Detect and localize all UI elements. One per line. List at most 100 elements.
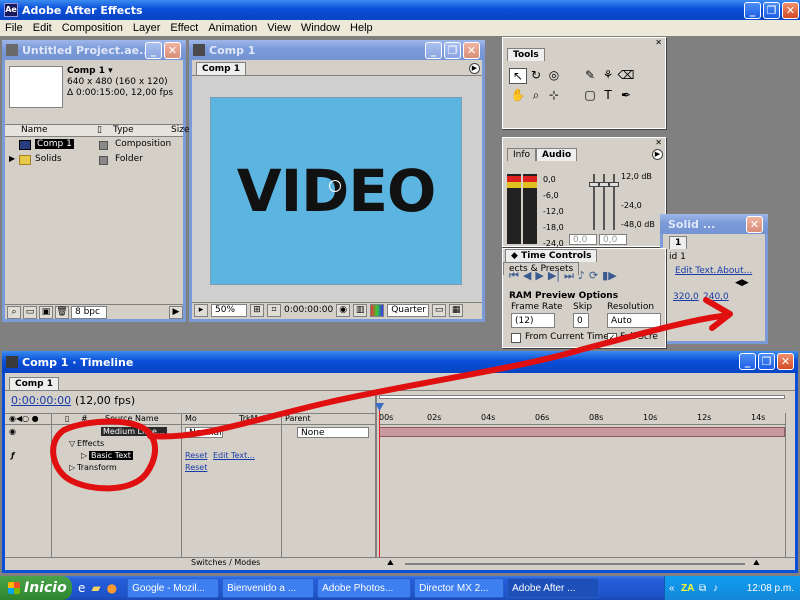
hand-tool-icon[interactable]: ✋ (509, 88, 527, 103)
table-row[interactable]: ◉ Medium Lime... Normal None (5, 427, 377, 439)
tab-time-controls[interactable]: ◆ Time Controls (505, 249, 598, 262)
selection-tool-icon[interactable]: ↖ (509, 68, 527, 84)
scroll-right-icon[interactable]: ▶ (169, 305, 183, 319)
tray-volume-icon[interactable]: ♪ (713, 583, 718, 594)
menu-help[interactable]: Help (345, 22, 378, 34)
show-snapshot-icon[interactable]: ▥ (353, 303, 368, 317)
play-icon[interactable]: ▶ (535, 269, 543, 283)
tab-timeline-comp1[interactable]: Comp 1 (9, 377, 60, 390)
reset-link[interactable]: Reset (185, 463, 207, 472)
minimize-button[interactable]: _ (744, 2, 761, 19)
edit-text-link[interactable]: Edit Text... (213, 451, 255, 460)
frame-rate-select[interactable]: (12) (511, 313, 555, 328)
tab-comp1[interactable]: Comp 1 (196, 62, 247, 75)
project-close-button[interactable]: ✕ (164, 42, 181, 59)
effect-controls-close-button[interactable]: ✕ (746, 216, 763, 233)
tab-ec[interactable]: 1 (669, 236, 688, 249)
col-size[interactable]: Size (171, 125, 189, 135)
from-current-checkbox[interactable] (511, 333, 521, 343)
zoom-tool-icon[interactable]: ⌕ (527, 88, 545, 103)
ec-arrows-icon[interactable]: ◀▶ (735, 278, 749, 288)
palette-close-icon[interactable]: ✕ (655, 138, 662, 147)
brush-tool-icon[interactable]: ✎ (581, 68, 599, 84)
skip-input[interactable]: 0 (573, 313, 589, 328)
prev-frame-icon[interactable]: ◀ (523, 269, 531, 283)
timeline-ruler[interactable]: 00s 02s 04s 06s 08s 10s 12s 14s (379, 413, 785, 425)
safe-zones-icon[interactable]: ⌗ (267, 303, 281, 317)
pen-tool-icon[interactable]: ✒ (617, 88, 635, 103)
menu-file[interactable]: File (0, 22, 28, 34)
menu-layer[interactable]: Layer (128, 22, 166, 34)
col-source-name[interactable]: Source Name (105, 414, 159, 423)
expand-triangle-icon[interactable]: ▷ (69, 463, 75, 472)
zoom-select[interactable]: 50% (211, 303, 247, 317)
task-google[interactable]: Google - Mozil... (127, 578, 220, 598)
layer-mode-select[interactable]: Normal (185, 427, 223, 438)
tray-chevron-icon[interactable]: « (669, 583, 675, 594)
list-item[interactable]: ▶ Solids Folder (5, 154, 183, 167)
tab-tools[interactable]: Tools (507, 48, 545, 61)
next-frame-icon[interactable]: ▶| (548, 269, 560, 283)
comp-minimize-button[interactable]: _ (425, 42, 442, 59)
panel-menu-icon[interactable]: ▶ (469, 63, 480, 74)
trash-icon[interactable]: 🗑 (55, 305, 69, 319)
pan-behind-tool-icon[interactable]: ⊹ (545, 88, 563, 103)
switches-modes-button[interactable]: Switches / Modes (191, 558, 260, 567)
rotation-tool-icon[interactable]: ↻ (527, 68, 545, 84)
close-button[interactable]: ✕ (782, 2, 799, 19)
task-bienvenido[interactable]: Bienvenido a ... (222, 578, 315, 598)
timeline-maximize-button[interactable]: ❐ (758, 353, 775, 370)
task-photoshop[interactable]: Adobe Photos... (317, 578, 412, 598)
project-comp-name[interactable]: Comp 1 ▾ (67, 66, 113, 76)
start-button[interactable]: Inicio (0, 576, 72, 600)
quicklaunch-folder-icon[interactable]: ▰ (91, 581, 100, 595)
menu-composition[interactable]: Composition (57, 22, 128, 34)
transparency-icon[interactable]: ▦ (449, 303, 464, 317)
menu-window[interactable]: Window (296, 22, 345, 34)
rectangle-mask-tool-icon[interactable]: ▢ (581, 88, 599, 103)
slider-thumb-left[interactable] (589, 182, 599, 187)
zoom-out-icon[interactable]: ⛰ (387, 558, 394, 568)
audio-icon[interactable]: ♪ (578, 269, 585, 283)
slider-thumb-master[interactable] (599, 182, 609, 187)
tab-audio[interactable]: Audio (536, 148, 578, 161)
tray-icon[interactable]: ZA (681, 583, 694, 594)
text-tool-icon[interactable]: T (599, 88, 617, 103)
clone-tool-icon[interactable]: ⚘ (599, 68, 617, 84)
work-area-bar[interactable] (379, 395, 785, 399)
grid-icon[interactable]: ⊞ (250, 303, 264, 317)
layer-name[interactable]: Medium Lime... (101, 427, 167, 436)
new-comp-icon[interactable]: ▣ (39, 305, 53, 319)
task-director[interactable]: Director MX 2... (414, 578, 505, 598)
crosshair-icon[interactable] (329, 180, 341, 192)
maximize-button[interactable]: ❐ (763, 2, 780, 19)
menu-edit[interactable]: Edit (28, 22, 57, 34)
project-minimize-button[interactable]: _ (145, 42, 162, 59)
region-icon[interactable]: ▭ (432, 303, 447, 317)
current-time-indicator[interactable] (379, 409, 380, 557)
task-after-effects[interactable]: Adobe After ... (507, 578, 600, 598)
slider-thumb-right[interactable] (609, 182, 619, 187)
resolution-select[interactable]: Quarter (387, 303, 430, 317)
col-type[interactable]: Type (113, 125, 134, 135)
quicklaunch-ie-icon[interactable]: e (78, 581, 85, 595)
audio-field-left[interactable]: 0,0 (569, 234, 597, 245)
full-screen-checkbox[interactable]: ✓ (607, 333, 617, 343)
always-preview-icon[interactable]: ▸ (194, 303, 208, 317)
comp-viewer[interactable]: VIDEO (192, 77, 482, 301)
comp-maximize-button[interactable]: ❐ (444, 42, 461, 59)
comp-time[interactable]: 0:00:00:00 (284, 305, 333, 315)
timeline-minimize-button[interactable]: _ (739, 353, 756, 370)
expand-triangle-icon[interactable]: ▷ (81, 451, 87, 460)
orbit-tool-icon[interactable]: ◎ (545, 68, 563, 84)
first-frame-icon[interactable]: ⏮ (509, 269, 519, 283)
panel-menu-icon[interactable]: ▶ (652, 149, 663, 160)
ec-edit-text-link[interactable]: Edit Text... (675, 266, 722, 276)
new-folder-icon[interactable]: ▭ (23, 305, 37, 319)
menu-view[interactable]: View (262, 22, 296, 34)
col-trkmat[interactable]: TrkMat (239, 414, 266, 423)
timeline-time[interactable]: 0:00:00:00 (11, 394, 71, 407)
col-parent[interactable]: Parent (285, 414, 311, 423)
eraser-tool-icon[interactable]: ⌫ (617, 68, 635, 84)
quicklaunch-firefox-icon[interactable]: ● (107, 581, 117, 595)
